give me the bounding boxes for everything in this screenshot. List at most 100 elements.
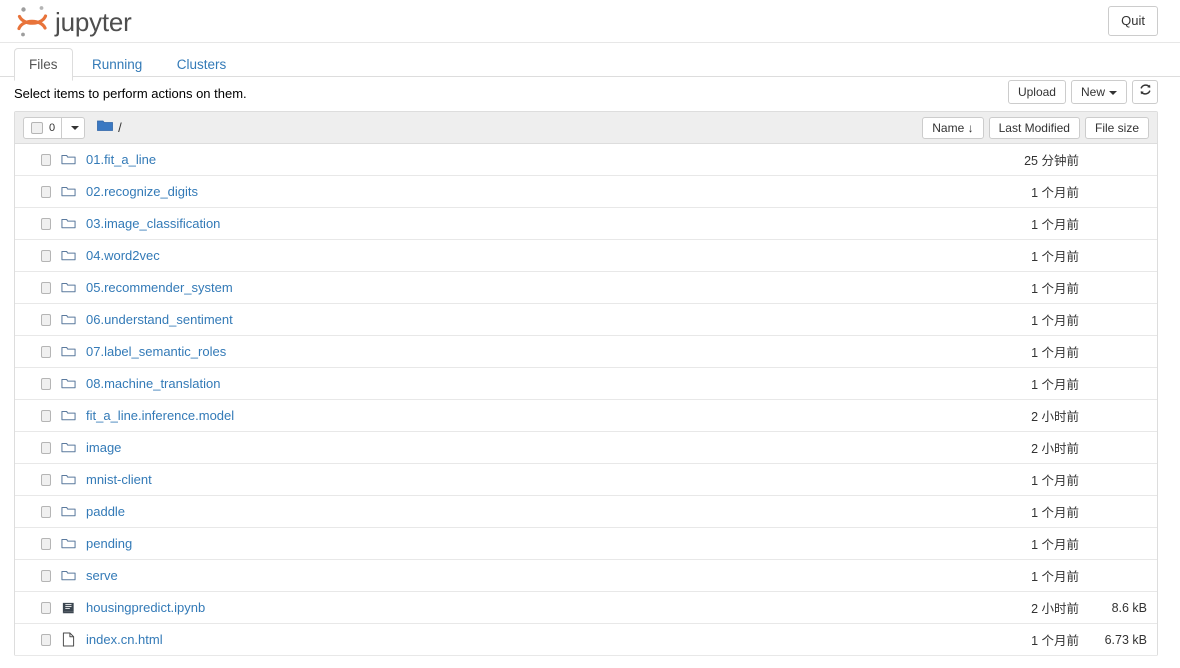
row-checkbox-wrap[interactable] [23, 633, 51, 646]
row-checkbox-wrap[interactable] [23, 377, 51, 390]
row-checkbox[interactable] [41, 569, 51, 582]
file-name-link[interactable]: housingpredict.ipynb [86, 600, 205, 615]
file-name-link[interactable]: mnist-client [86, 472, 152, 487]
row-checkbox[interactable] [41, 409, 51, 422]
row-checkbox-wrap[interactable] [23, 601, 51, 614]
table-row[interactable]: pending 1 个月前 [15, 528, 1157, 560]
file-name-link[interactable]: serve [86, 568, 118, 583]
table-row[interactable]: serve 1 个月前 [15, 560, 1157, 592]
row-checkbox-wrap[interactable] [23, 313, 51, 326]
file-modified: 1 个月前 [1031, 218, 1079, 232]
table-row[interactable]: 08.machine_translation 1 个月前 [15, 368, 1157, 400]
table-row[interactable]: housingpredict.ipynb 2 小时前 8.6 kB [15, 592, 1157, 624]
row-checkbox-wrap[interactable] [23, 185, 51, 198]
refresh-button[interactable] [1132, 80, 1158, 104]
jupyter-logo-icon [16, 3, 49, 41]
sort-name-label: Name [932, 121, 965, 135]
row-checkbox[interactable] [41, 377, 51, 390]
folder-filled-icon [97, 119, 114, 137]
quit-button[interactable]: Quit [1108, 6, 1158, 36]
breadcrumb[interactable]: / [97, 119, 122, 137]
file-name-link[interactable]: 04.word2vec [86, 248, 160, 263]
row-checkbox-wrap[interactable] [23, 569, 51, 582]
file-name-link[interactable]: pending [86, 536, 132, 551]
row-checkbox-wrap[interactable] [23, 537, 51, 550]
chevron-down-icon [71, 125, 80, 130]
file-name-link[interactable]: index.cn.html [86, 632, 163, 647]
chevron-down-icon [1109, 90, 1117, 95]
row-checkbox-wrap[interactable] [23, 345, 51, 358]
refresh-icon [1139, 81, 1152, 103]
file-name-link[interactable]: 05.recommender_system [86, 280, 233, 295]
file-modified: 2 小时前 [1031, 602, 1079, 616]
row-checkbox[interactable] [41, 185, 51, 198]
folder-icon [57, 537, 79, 550]
table-row[interactable]: 02.recognize_digits 1 个月前 [15, 176, 1157, 208]
row-checkbox-wrap[interactable] [23, 409, 51, 422]
table-row[interactable]: 05.recommender_system 1 个月前 [15, 272, 1157, 304]
table-row[interactable]: 07.label_semantic_roles 1 个月前 [15, 336, 1157, 368]
row-checkbox[interactable] [41, 153, 51, 166]
file-name-link[interactable]: 03.image_classification [86, 216, 220, 231]
table-row[interactable]: paddle 1 个月前 [15, 496, 1157, 528]
row-checkbox[interactable] [41, 281, 51, 294]
row-checkbox[interactable] [41, 313, 51, 326]
file-modified: 1 个月前 [1031, 538, 1079, 552]
table-row[interactable]: image 2 小时前 [15, 432, 1157, 464]
row-checkbox-wrap[interactable] [23, 281, 51, 294]
folder-icon [57, 249, 79, 262]
row-checkbox-wrap[interactable] [23, 473, 51, 486]
file-size: 8.6 kB [1111, 600, 1147, 615]
row-checkbox[interactable] [41, 249, 51, 262]
tab-bar: Files Running Clusters [0, 43, 1180, 81]
file-name-link[interactable]: fit_a_line.inference.model [86, 408, 234, 423]
table-row[interactable]: fit_a_line.inference.model 2 小时前 [15, 400, 1157, 432]
action-bar: Select items to perform actions on them.… [0, 77, 1180, 111]
file-name-link[interactable]: 08.machine_translation [86, 376, 220, 391]
select-all-group[interactable]: 0 [23, 116, 86, 139]
row-checkbox-wrap[interactable] [23, 441, 51, 454]
arrow-down-icon: ↓ [967, 121, 974, 135]
select-all-checkbox[interactable] [31, 121, 43, 134]
file-name-link[interactable]: 07.label_semantic_roles [86, 344, 226, 359]
file-modified: 1 个月前 [1031, 570, 1079, 584]
table-row[interactable]: 03.image_classification 1 个月前 [15, 208, 1157, 240]
select-menu-toggle[interactable] [62, 118, 84, 138]
row-checkbox-wrap[interactable] [23, 249, 51, 262]
folder-icon [57, 313, 79, 326]
row-checkbox[interactable] [41, 345, 51, 358]
action-buttons: Upload New [1007, 80, 1158, 104]
table-row[interactable]: mnist-client 1 个月前 [15, 464, 1157, 496]
file-modified: 1 个月前 [1031, 474, 1079, 488]
breadcrumb-path[interactable]: / [118, 120, 122, 135]
folder-icon [57, 409, 79, 422]
row-checkbox-wrap[interactable] [23, 505, 51, 518]
row-checkbox-wrap[interactable] [23, 217, 51, 230]
file-name-link[interactable]: paddle [86, 504, 125, 519]
new-dropdown-button[interactable]: New [1070, 80, 1127, 104]
jupyter-brand[interactable]: jupyter [16, 2, 132, 42]
file-name-link[interactable]: 01.fit_a_line [86, 152, 156, 167]
file-name-link[interactable]: 02.recognize_digits [86, 184, 198, 199]
row-checkbox[interactable] [41, 633, 51, 646]
upload-button[interactable]: Upload [1007, 80, 1066, 104]
sort-by-last-modified-button[interactable]: Last Modified [988, 117, 1080, 139]
row-checkbox[interactable] [41, 473, 51, 486]
row-checkbox[interactable] [41, 601, 51, 614]
select-all-checkbox-cell[interactable]: 0 [24, 117, 63, 138]
row-checkbox[interactable] [41, 505, 51, 518]
row-checkbox-wrap[interactable] [23, 153, 51, 166]
folder-icon [57, 569, 79, 582]
table-row[interactable]: 06.understand_sentiment 1 个月前 [15, 304, 1157, 336]
table-row[interactable]: 04.word2vec 1 个月前 [15, 240, 1157, 272]
row-checkbox[interactable] [41, 217, 51, 230]
row-checkbox[interactable] [41, 537, 51, 550]
file-modified: 2 小时前 [1031, 442, 1079, 456]
sort-by-file-size-button[interactable]: File size [1084, 117, 1149, 139]
file-name-link[interactable]: image [86, 440, 121, 455]
table-row[interactable]: 01.fit_a_line 25 分钟前 [15, 144, 1157, 176]
sort-by-name-button[interactable]: Name ↓ [922, 117, 984, 139]
table-row[interactable]: index.cn.html 1 个月前 6.73 kB [15, 624, 1157, 656]
file-name-link[interactable]: 06.understand_sentiment [86, 312, 233, 327]
row-checkbox[interactable] [41, 441, 51, 454]
